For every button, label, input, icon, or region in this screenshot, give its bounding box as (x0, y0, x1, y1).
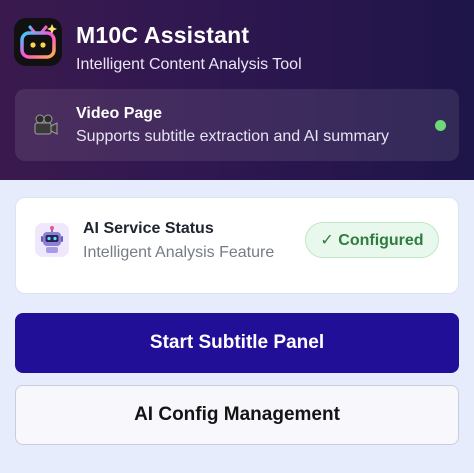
header: M10C Assistant Intelligent Content Analy… (0, 0, 474, 180)
ai-service-title: AI Service Status (83, 220, 214, 237)
app-title: M10C Assistant (76, 22, 250, 48)
status-indicator-dot (435, 120, 446, 131)
robot-icon (35, 223, 69, 257)
ai-service-description: Intelligent Analysis Feature (83, 244, 275, 261)
app-subtitle: Intelligent Content Analysis Tool (76, 56, 302, 73)
page-type-title: Video Page (76, 105, 162, 122)
ai-config-management-button[interactable]: AI Config Management (15, 385, 459, 445)
configured-status-badge: ✓ Configured (305, 222, 439, 258)
tv-robot-icon (14, 18, 62, 66)
ai-service-status-card: AI Service Status Intelligent Analysis F… (15, 197, 459, 294)
page-type-description: Supports subtitle extraction and AI summ… (76, 128, 390, 145)
start-subtitle-panel-button[interactable]: Start Subtitle Panel (15, 313, 459, 373)
video-camera-icon (33, 113, 59, 137)
page-status-card: Video Page Supports subtitle extraction … (15, 89, 459, 161)
